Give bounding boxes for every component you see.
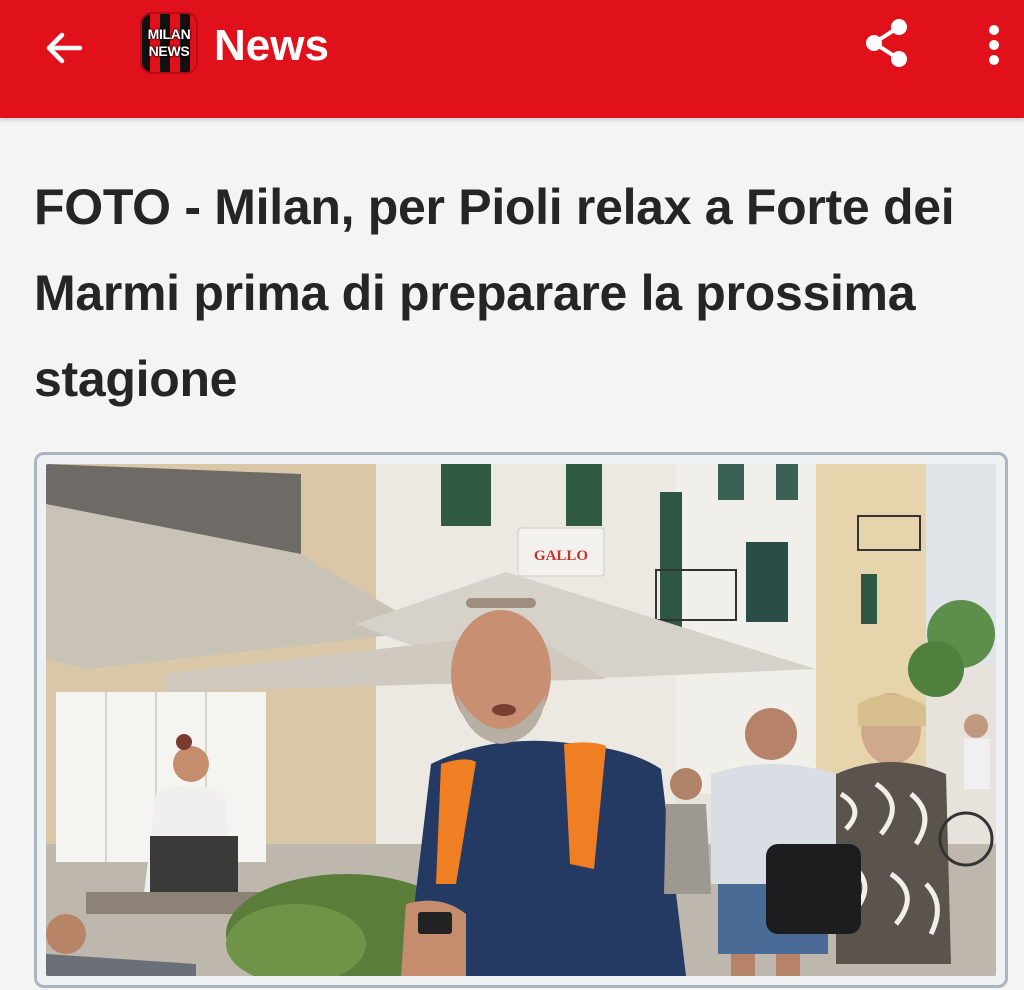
back-button[interactable] — [36, 20, 92, 76]
share-icon — [866, 19, 907, 67]
shop-sign-text: GALLO — [534, 548, 588, 564]
article-photo: GALLO — [46, 464, 996, 976]
arrow-left-icon — [46, 32, 83, 64]
app-bar: MILAN NEWS News — [0, 0, 1024, 118]
article-photo-frame[interactable]: GALLO — [34, 452, 1008, 988]
article-headline: FOTO - Milan, per Pioli relax a Forte de… — [34, 179, 955, 407]
more-options-button[interactable] — [970, 16, 1018, 74]
logo-line1: MILAN — [147, 26, 191, 42]
milan-news-logo: MILAN NEWS — [140, 12, 198, 74]
more-vertical-icon — [989, 25, 999, 65]
app-title: News — [214, 21, 329, 70]
logo-line2: NEWS — [148, 43, 190, 59]
share-button[interactable] — [858, 14, 916, 72]
